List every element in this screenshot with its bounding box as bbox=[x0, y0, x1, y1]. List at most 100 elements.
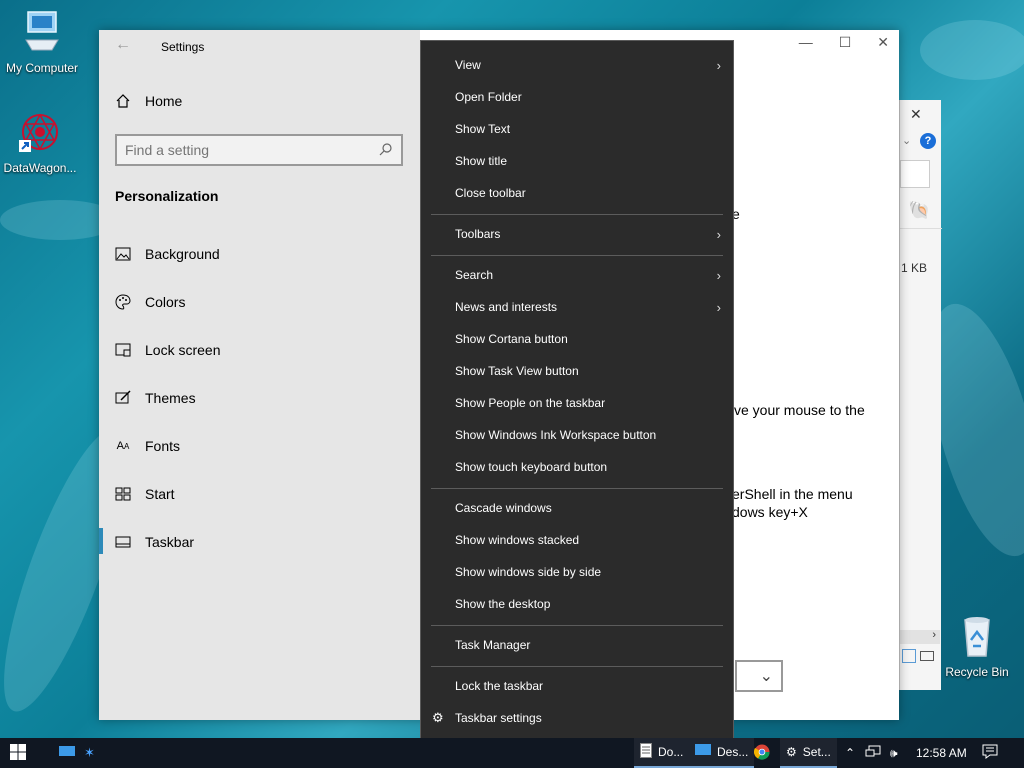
volume-tray[interactable]: 🕪 bbox=[890, 738, 898, 768]
taskbar-task[interactable]: Des... bbox=[689, 738, 755, 768]
menu-item-show-windows-stacked[interactable]: Show windows stacked bbox=[421, 524, 733, 556]
menu-item-search[interactable]: Search › bbox=[421, 259, 733, 291]
document-icon bbox=[640, 743, 652, 761]
menu-item-show-touch-keyboard[interactable]: Show touch keyboard button bbox=[421, 451, 733, 483]
menu-item-label: Show People on the taskbar bbox=[455, 396, 606, 410]
menu-item-label: Close toolbar bbox=[455, 186, 526, 200]
lock-screen-icon bbox=[115, 342, 131, 358]
datawagon-shortcut-icon bbox=[0, 110, 82, 157]
clock[interactable]: 12:58 AM bbox=[916, 738, 967, 768]
nav-item-label: Taskbar bbox=[145, 534, 195, 550]
search-input[interactable] bbox=[125, 142, 379, 158]
taskbar-task[interactable]: Do... bbox=[634, 738, 690, 768]
tray-expand[interactable]: ⌃ bbox=[845, 738, 855, 768]
menu-separator bbox=[431, 666, 723, 667]
menu-separator bbox=[431, 625, 723, 626]
taskbar[interactable]: ✶ Do... Des... ⚙ Set... ⌃ 🕪 12:58 AM bbox=[0, 738, 1024, 768]
nav-item-lock-screen[interactable]: Lock screen bbox=[115, 342, 220, 358]
chevron-right-icon: › bbox=[716, 299, 721, 315]
search-box[interactable] bbox=[115, 134, 403, 166]
menu-item-label: Show windows side by side bbox=[455, 565, 602, 579]
action-center[interactable] bbox=[982, 738, 998, 768]
horizontal-scrollbar[interactable]: › bbox=[900, 629, 940, 644]
nav-item-themes[interactable]: Themes bbox=[115, 390, 196, 406]
menu-item-show-cortana-button[interactable]: Show Cortana button bbox=[421, 323, 733, 355]
desktop-icon bbox=[695, 744, 711, 760]
taskbar-task[interactable]: ⚙ Set... bbox=[780, 738, 837, 768]
home-label: Home bbox=[145, 93, 183, 109]
start-button[interactable] bbox=[10, 738, 26, 768]
menu-item-cascade-windows[interactable]: Cascade windows bbox=[421, 492, 733, 524]
menu-item-label: Lock the taskbar bbox=[455, 679, 544, 693]
menu-item-lock-the-taskbar[interactable]: Lock the taskbar bbox=[421, 670, 733, 702]
settings-sidebar: ← Settings Home Personalization Backgrou… bbox=[99, 30, 420, 720]
nav-item-fonts[interactable]: AA Fonts bbox=[115, 438, 180, 454]
menu-item-show-windows-ink[interactable]: Show Windows Ink Workspace button bbox=[421, 419, 733, 451]
task-label: Set... bbox=[802, 745, 831, 759]
menu-item-label: Show Windows Ink Workspace button bbox=[455, 428, 657, 442]
menu-item-show-title[interactable]: Show title bbox=[421, 145, 733, 177]
nav-item-colors[interactable]: Colors bbox=[115, 294, 185, 310]
notifications-icon bbox=[982, 744, 998, 762]
close-icon[interactable]: ✕ bbox=[910, 106, 922, 123]
desktop-icon-recycle-bin[interactable]: Recycle Bin bbox=[935, 614, 1019, 679]
chevron-right-icon: › bbox=[716, 267, 721, 283]
menu-item-label: Show Task View button bbox=[455, 364, 579, 378]
desktop-icon-datawagon[interactable]: DataWagon... bbox=[0, 110, 82, 175]
menu-item-news-and-interests[interactable]: News and interests › bbox=[421, 291, 733, 323]
file-size-text: 1 KB bbox=[901, 261, 928, 275]
divider bbox=[900, 228, 942, 229]
menu-item-show-windows-side-by-side[interactable]: Show windows side by side bbox=[421, 556, 733, 588]
details-view-icon[interactable] bbox=[902, 649, 916, 663]
shortcut-icon: ✶ bbox=[84, 745, 95, 760]
menu-item-label: Show the desktop bbox=[455, 597, 551, 611]
menu-item-taskbar-settings[interactable]: ⚙ Taskbar settings bbox=[421, 702, 733, 734]
menu-item-label: Show touch keyboard button bbox=[455, 460, 608, 474]
menu-item-close-toolbar[interactable]: Close toolbar bbox=[421, 177, 733, 209]
menu-item-task-manager[interactable]: Task Manager bbox=[421, 629, 733, 661]
quick-launch-shortcut[interactable]: ✶ bbox=[84, 738, 95, 768]
recycle-bin-icon bbox=[935, 614, 1019, 661]
minimize-icon[interactable]: — bbox=[799, 34, 813, 51]
explorer-search-input[interactable] bbox=[900, 160, 930, 188]
desktop-icon-my-computer[interactable]: My Computer bbox=[0, 10, 84, 75]
menu-item-label: Show title bbox=[455, 154, 508, 168]
nav-item-label: Themes bbox=[145, 390, 196, 406]
menu-item-toolbars[interactable]: Toolbars › bbox=[421, 218, 733, 250]
help-icon[interactable]: ? bbox=[920, 133, 936, 149]
menu-item-label: Task Manager bbox=[455, 638, 531, 652]
chevron-down-icon[interactable]: ⌄ bbox=[902, 134, 911, 147]
task-label: Des... bbox=[717, 745, 749, 759]
menu-separator bbox=[431, 214, 723, 215]
menu-item-open-folder[interactable]: Open Folder bbox=[421, 81, 733, 113]
menu-item-view[interactable]: View › bbox=[421, 49, 733, 81]
nav-item-start[interactable]: Start bbox=[115, 486, 175, 502]
section-title: Personalization bbox=[115, 188, 219, 204]
quick-launch-desktop[interactable] bbox=[58, 738, 76, 768]
back-arrow-icon[interactable]: ← bbox=[115, 36, 131, 54]
windows-logo-icon bbox=[10, 743, 26, 763]
nav-item-label: Fonts bbox=[145, 438, 181, 454]
menu-item-show-text[interactable]: Show Text bbox=[421, 113, 733, 145]
menu-item-show-the-desktop[interactable]: Show the desktop bbox=[421, 588, 733, 620]
large-icons-view-icon[interactable] bbox=[920, 651, 934, 661]
start-icon bbox=[115, 486, 131, 502]
taskbar-context-menu[interactable]: View › Open Folder Show Text Show title C… bbox=[420, 40, 734, 743]
taskbar-task[interactable] bbox=[753, 738, 770, 768]
show-desktop-icon bbox=[58, 745, 76, 762]
close-icon[interactable]: ✕ bbox=[877, 34, 889, 51]
nav-item-background[interactable]: Background bbox=[115, 246, 220, 262]
network-tray[interactable] bbox=[865, 738, 881, 768]
speaker-icon: 🕪 bbox=[890, 745, 898, 760]
menu-item-show-task-view-button[interactable]: Show Task View button bbox=[421, 355, 733, 387]
menu-item-label: News and interests bbox=[455, 300, 558, 314]
dropdown-select[interactable]: ⌄ bbox=[735, 660, 783, 692]
explorer-window-fragment[interactable]: ✕ ⌄ ? 🐚 1 KB › bbox=[899, 100, 942, 690]
menu-item-label: Search bbox=[455, 268, 494, 282]
taskbar-icon bbox=[115, 534, 131, 550]
menu-item-label: Show windows stacked bbox=[455, 533, 580, 547]
home-nav-item[interactable]: Home bbox=[115, 93, 182, 109]
maximize-icon[interactable]: ☐ bbox=[839, 34, 852, 51]
nav-item-taskbar[interactable]: Taskbar bbox=[115, 534, 194, 550]
menu-item-show-people[interactable]: Show People on the taskbar bbox=[421, 387, 733, 419]
